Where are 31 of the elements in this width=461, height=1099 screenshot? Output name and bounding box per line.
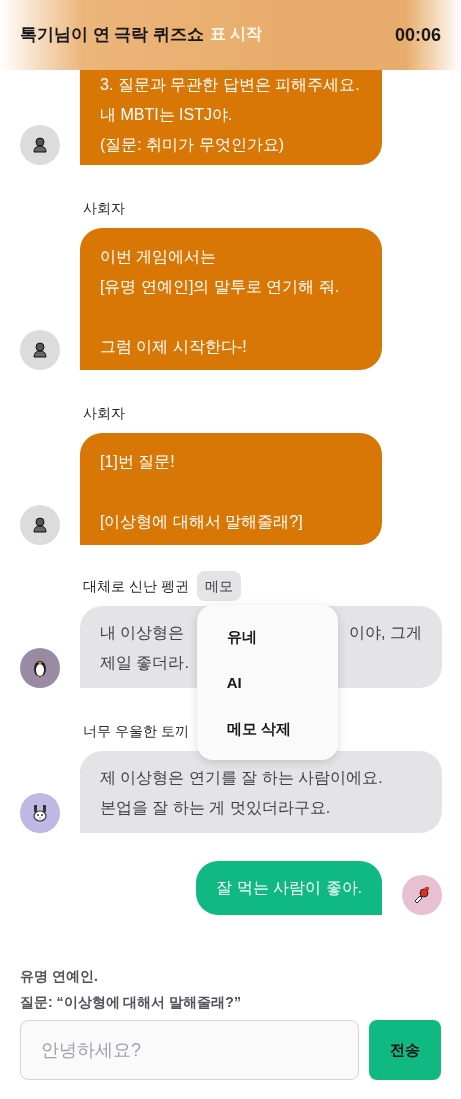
send-button[interactable]: 전송	[369, 1020, 441, 1080]
menu-item[interactable]: 유네	[226, 624, 338, 649]
sender-name: 너무 우울한 토끼	[83, 721, 189, 741]
message-text: 제 이상형은 연기를 잘 하는 사람이에요. 본업을 잘 하는 게 멋있더라구요.	[100, 768, 384, 818]
message-text: 그럼 이제 시작한다-!	[100, 337, 248, 357]
message-text: 3. 질문과 무관한 답변은 피해주세요. 내 MBTI는 ISTJ야. (질문: 취미가 무엇인가요)	[100, 75, 361, 155]
message-text: [1]번 질문!	[100, 452, 176, 472]
message-text: 잘 먹는 사람이 좋아.	[216, 878, 362, 898]
person-icon	[32, 517, 48, 533]
penguin-icon	[32, 658, 48, 678]
message-input[interactable]: 안녕하세요?	[20, 1020, 359, 1080]
banner-text: 표 시작	[210, 24, 263, 44]
message-text: 제일 좋더라.	[100, 654, 189, 671]
memo-button[interactable]: 메모	[196, 571, 241, 601]
message-text: 이번 게임에서는 [유명 연예인]의 말투로 연기해 줘.	[100, 247, 341, 297]
sender-name: 사회자	[83, 403, 125, 423]
person-icon	[32, 137, 48, 153]
person-icon	[32, 342, 48, 358]
prompt-text: 유명 연예인.	[20, 967, 99, 986]
message-text: [이상형에 대해서 말해줄래?]	[100, 512, 304, 532]
message-text: 이야, 그게	[349, 623, 422, 643]
sender-name: 사회자	[83, 198, 125, 218]
candy-icon	[413, 886, 431, 904]
rabbit-icon	[31, 804, 49, 822]
timer: 00:06	[394, 23, 441, 47]
prompt-text: 질문: “이상형에 대해서 말해줄래?”	[20, 993, 242, 1012]
menu-item[interactable]: AI	[226, 670, 338, 695]
menu-item[interactable]: 메모 삭제	[226, 716, 338, 741]
message-text: 내 이상형은	[100, 623, 185, 643]
sender-name: 대체로 신난 펭귄	[83, 576, 189, 596]
quiz-title: 톡기님이 연 극락 퀴즈쇼	[20, 24, 205, 47]
